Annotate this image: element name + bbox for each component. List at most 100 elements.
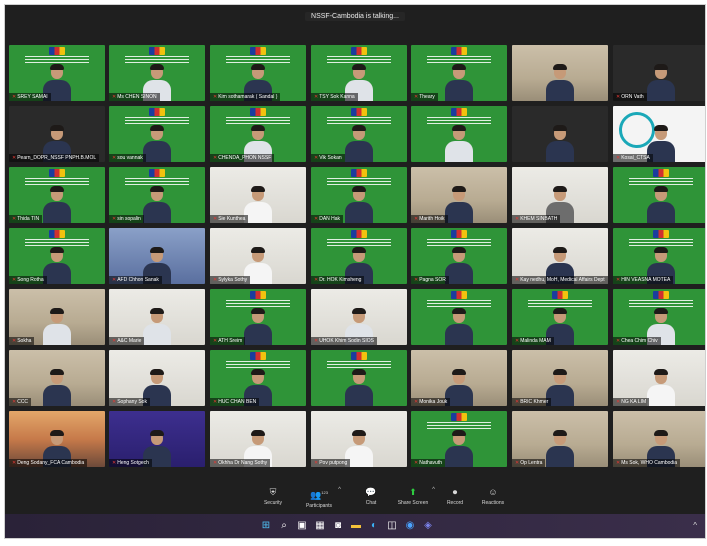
participant-name: ✕Heng Sotgech <box>109 459 152 467</box>
participant-name: ✕Dr. HOK Kimsheng <box>311 276 365 284</box>
participant-tile[interactable]: ✕Sophany Sok <box>109 350 205 406</box>
record-button[interactable]: ⏺ Record <box>435 487 475 506</box>
participant-tile[interactable]: ✕sou vannak <box>109 106 205 162</box>
tray-chevron-icon[interactable]: ^ <box>693 521 697 530</box>
participant-tile[interactable]: ✕Theary <box>411 45 507 101</box>
participant-tile[interactable]: ✕Kay nedhu, MoH, Medical Affairs Dept <box>512 228 608 284</box>
share-screen-button[interactable]: ⬆ Share Screen ^ <box>393 487 435 506</box>
participant-name: ✕Op Lentra <box>512 459 546 467</box>
security-button[interactable]: ⛨ Security <box>253 487 293 506</box>
mic-muted-icon: ✕ <box>616 155 621 161</box>
mic-muted-icon: ✕ <box>314 277 319 283</box>
mic-muted-icon: ✕ <box>213 277 218 283</box>
participant-tile[interactable]: ✕Chea Chim Chiv <box>613 289 705 345</box>
participant-tile[interactable] <box>311 350 407 406</box>
participant-tile[interactable] <box>613 167 705 223</box>
participant-tile[interactable]: ✕DAN Hak <box>311 167 407 223</box>
participant-tile[interactable]: ✕CHENDA_PHON NSSF <box>210 106 306 162</box>
participant-video <box>546 64 574 101</box>
participant-tile[interactable]: ✕BRIC Khmer <box>512 350 608 406</box>
task-view-icon[interactable]: ▣ <box>295 519 309 533</box>
participant-tile[interactable]: ✕Pagna SOR <box>411 228 507 284</box>
zoom-icon[interactable]: ◉ <box>403 519 417 533</box>
participant-tile[interactable]: ✕Kim sothamarak ( Sandal ) <box>210 45 306 101</box>
participants-button[interactable]: 👥123 Participants ^ <box>299 487 341 509</box>
emblem-icon <box>351 169 367 177</box>
participant-tile[interactable]: ✕Dr. HOK Kimsheng <box>311 228 407 284</box>
participant-name: ✕sou vannak <box>109 154 146 162</box>
participant-name: ✕Kay nedhu, MoH, Medical Affairs Dept <box>512 276 608 284</box>
chevron-up-icon[interactable]: ^ <box>338 487 341 493</box>
participant-tile[interactable]: ✕Thida TIN <box>9 167 105 223</box>
participant-tile[interactable]: ✕KHEM SINBATH <box>512 167 608 223</box>
mic-muted-icon: ✕ <box>213 155 218 161</box>
participant-tile[interactable]: ✕Ms CHEN SINON <box>109 45 205 101</box>
participant-video <box>143 186 171 223</box>
participant-tile[interactable]: ✕Song Rotha <box>9 228 105 284</box>
participant-tile[interactable]: ✕Sokha <box>9 289 105 345</box>
smile-icon: ☺ <box>488 487 498 497</box>
participant-tile[interactable]: ✕CCC <box>9 350 105 406</box>
participant-tile[interactable]: ✕ORN Vath <box>613 45 705 101</box>
participant-tile[interactable]: ✕Monika Jouk <box>411 350 507 406</box>
participant-tile[interactable]: ✕Pov putpong <box>311 411 407 467</box>
mic-muted-icon: ✕ <box>515 399 520 405</box>
mic-muted-icon: ✕ <box>616 94 621 100</box>
participant-tile[interactable]: ✕Kosal_CTSA <box>613 106 705 162</box>
mic-muted-icon: ✕ <box>414 460 419 466</box>
participant-tile[interactable]: ✕Heng Sotgech <box>109 411 205 467</box>
participant-tile[interactable]: ✕A&C Marie <box>109 289 205 345</box>
participant-tile[interactable]: ✕Okhha Dr Nang Sothy <box>210 411 306 467</box>
participant-tile[interactable] <box>512 106 608 162</box>
participant-name: ✕Kosal_CTSA <box>613 154 653 162</box>
participant-tile[interactable]: ✕Vik Sokan <box>311 106 407 162</box>
participant-tile[interactable]: ✕Op Lentra <box>512 411 608 467</box>
participant-video <box>546 430 574 467</box>
store-icon[interactable]: ◫ <box>385 519 399 533</box>
chat-app-icon[interactable]: ◙ <box>331 519 345 533</box>
participant-tile[interactable]: ✕Malinda MAM <box>512 289 608 345</box>
windows-icon[interactable]: ⊞ <box>259 519 273 533</box>
emblem-icon <box>250 352 266 360</box>
reactions-button[interactable]: ☺ Reactions <box>473 487 513 506</box>
edge-icon[interactable]: ◐ <box>367 519 381 533</box>
participant-video <box>546 125 574 162</box>
participant-tile[interactable] <box>411 106 507 162</box>
participant-tile[interactable]: ✕Ms Sok, WHO Cambodia <box>613 411 705 467</box>
mic-muted-icon: ✕ <box>515 277 520 283</box>
participant-tile[interactable]: ✕ATH Sreim <box>210 289 306 345</box>
participant-tile[interactable]: ✕SREY SAMAI <box>9 45 105 101</box>
participant-video <box>445 430 473 467</box>
participant-tile[interactable]: ✕Nathavuth <box>411 411 507 467</box>
participant-video <box>445 308 473 345</box>
participant-tile[interactable]: ✕NG KA LIM <box>613 350 705 406</box>
emblem-icon <box>653 291 669 299</box>
participant-tile[interactable]: ✕TSY Sok Kanna <box>311 45 407 101</box>
participant-tile[interactable]: ✕AFD Chhon Sanak <box>109 228 205 284</box>
participant-name: ✕ATH Sreim <box>210 337 246 345</box>
participant-tile[interactable] <box>411 289 507 345</box>
participant-tile[interactable] <box>512 45 608 101</box>
participant-tile[interactable]: ✕Pearn_DOPR_NSSF PNPH.B.MOL <box>9 106 105 162</box>
participant-video <box>43 186 71 223</box>
participant-tile[interactable]: ✕Sylyka Sothy <box>210 228 306 284</box>
file-explorer-icon[interactable]: ▬ <box>349 519 363 533</box>
chat-button[interactable]: 💬 Chat <box>351 487 391 506</box>
participant-tile[interactable]: ✕HUC CHAN BEN <box>210 350 306 406</box>
widgets-icon[interactable]: ▦ <box>313 519 327 533</box>
participant-tile[interactable]: ✕Sie Kunthea <box>210 167 306 223</box>
participant-tile[interactable]: ✕sin sopalin <box>109 167 205 223</box>
participant-tile[interactable]: ✕Marith Hoik <box>411 167 507 223</box>
participant-name: ✕Ms CHEN SINON <box>109 93 160 101</box>
participant-name: ✕UHOK Khim Sodin SIOS <box>311 337 377 345</box>
mic-muted-icon: ✕ <box>414 216 419 222</box>
search-icon[interactable]: ⌕ <box>277 519 291 533</box>
record-icon: ⏺ <box>452 487 458 497</box>
participant-tile[interactable]: ✕HIN VEASNA MOTEA <box>613 228 705 284</box>
emblem-icon <box>250 291 266 299</box>
participant-tile[interactable]: ✕Deng Sodany_FCA Cambodia <box>9 411 105 467</box>
participant-name: ✕Ms Sok, WHO Cambodia <box>613 459 681 467</box>
participant-tile[interactable]: ✕UHOK Khim Sodin SIOS <box>311 289 407 345</box>
participant-video <box>143 308 171 345</box>
teams-icon[interactable]: ◈ <box>421 519 435 533</box>
